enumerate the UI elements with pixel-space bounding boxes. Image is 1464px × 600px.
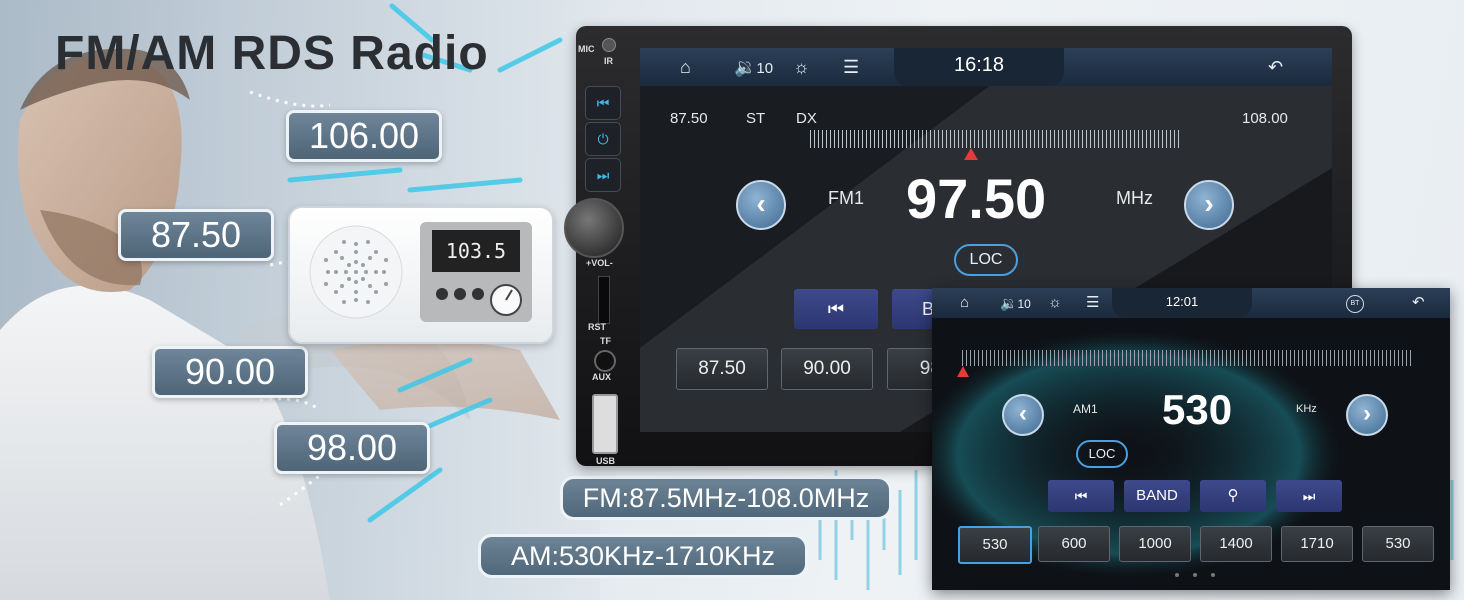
band-label: FM1 (828, 188, 864, 208)
am-equalizer-icon[interactable]: ☰ (1086, 288, 1099, 318)
am-frequency-display: 530 (1162, 386, 1233, 433)
am-range-label: AM:530KHz-1710KHz (478, 534, 808, 578)
am-preset-6[interactable]: 530 (1362, 526, 1434, 562)
dx-indicator: DX (796, 110, 817, 127)
am-next-button[interactable]: ⏭ (1276, 480, 1342, 512)
am-radio-screen: ⌂ 🔉10 ☼ ☰ BT ↶ 12:01 ‹ AM1 530 KHz › LOC… (932, 288, 1450, 590)
am-preset-4[interactable]: 1400 (1200, 526, 1272, 562)
side-prev-button[interactable]: ⏮ (585, 86, 621, 120)
frequency-bubble-106: 106.00 (286, 110, 442, 162)
am-volume-level: 10 (1017, 297, 1031, 311)
rst-label: RST (588, 322, 606, 332)
am-frequency-unit: KHz (1296, 403, 1317, 415)
equalizer-icon[interactable]: ☰ (843, 48, 859, 86)
am-preset-5[interactable]: 1710 (1281, 526, 1353, 562)
device-lcd: 103.5 (432, 230, 520, 272)
volume-level: 10 (756, 60, 774, 77)
am-tuning-scale[interactable] (962, 350, 1414, 366)
frequency-bubble-90: 90.00 (152, 346, 308, 398)
ir-label: IR (604, 56, 613, 66)
volume-icon[interactable]: 🔉10 (734, 48, 773, 88)
scale-min-label: 87.50 (670, 110, 708, 127)
speaker-grille-icon (309, 225, 403, 319)
search-icon: ⚲ (1227, 487, 1239, 504)
frequency-bubble-98: 98.00 (274, 422, 430, 474)
device-controls (436, 284, 522, 316)
fm-range-label: FM:87.5MHz-108.0MHz (560, 476, 892, 520)
bluetooth-icon[interactable]: BT (1346, 295, 1364, 313)
side-power-button[interactable]: ⏻ (585, 122, 621, 156)
preset-1[interactable]: 87.50 (676, 348, 768, 390)
page-dot-1[interactable] (1175, 573, 1179, 577)
side-next-button[interactable]: ⏭ (585, 158, 621, 192)
page-headline: FM/AM RDS Radio (55, 27, 489, 80)
preset-2[interactable]: 90.00 (781, 348, 873, 390)
scale-max-label: 108.00 (1242, 110, 1288, 127)
am-home-icon[interactable]: ⌂ (960, 288, 969, 318)
am-seek-prev-button[interactable]: ‹ (1002, 394, 1044, 436)
frequency-unit: MHz (1116, 188, 1153, 208)
am-back-icon[interactable]: ↶ (1412, 288, 1425, 318)
am-volume-icon[interactable]: 🔉10 (1000, 288, 1031, 319)
home-icon[interactable]: ⌂ (680, 48, 691, 86)
brightness-icon[interactable]: ☼ (793, 48, 810, 86)
frequency-display: 97.50 (906, 167, 1047, 230)
ir-sensor (602, 38, 616, 52)
am-loc-button[interactable]: LOC (1076, 440, 1128, 468)
clock: 16:18 (894, 48, 1064, 86)
mic-label: MIC (578, 44, 595, 54)
tf-label: TF (600, 336, 611, 346)
prev-station-button[interactable]: ⏮ (794, 289, 878, 329)
am-tuning-marker (957, 366, 969, 377)
am-preset-2[interactable]: 600 (1038, 526, 1110, 562)
am-preset-1[interactable]: 530 (958, 526, 1032, 564)
am-brightness-icon[interactable]: ☼ (1048, 288, 1062, 318)
tuning-scale[interactable] (810, 130, 1180, 148)
tf-slot (598, 276, 610, 324)
seek-prev-button[interactable]: ‹ (736, 180, 786, 230)
am-band-label: AM1 (1073, 402, 1098, 416)
frequency-bubble-87: 87.50 (118, 209, 274, 261)
usb-port (592, 394, 618, 454)
am-search-button[interactable]: ⚲ (1200, 480, 1266, 512)
usb-label: USB (596, 456, 616, 466)
stereo-indicator: ST (746, 110, 766, 127)
page-dot-2[interactable] (1193, 573, 1197, 577)
back-icon[interactable]: ↶ (1268, 48, 1283, 86)
seek-next-button[interactable]: › (1184, 180, 1234, 230)
am-clock: 12:01 (1112, 288, 1252, 318)
page-dot-3[interactable] (1211, 573, 1215, 577)
aux-jack (594, 350, 616, 372)
tuning-marker (964, 148, 978, 160)
volume-knob[interactable] (564, 198, 624, 258)
loc-button[interactable]: LOC (954, 244, 1018, 276)
am-prev-button[interactable]: ⏮ (1048, 480, 1114, 512)
vol-label: +VOL- (586, 258, 613, 268)
am-band-button[interactable]: BAND (1124, 480, 1190, 512)
am-seek-next-button[interactable]: › (1346, 394, 1388, 436)
am-preset-3[interactable]: 1000 (1119, 526, 1191, 562)
aux-label: AUX (592, 372, 612, 382)
